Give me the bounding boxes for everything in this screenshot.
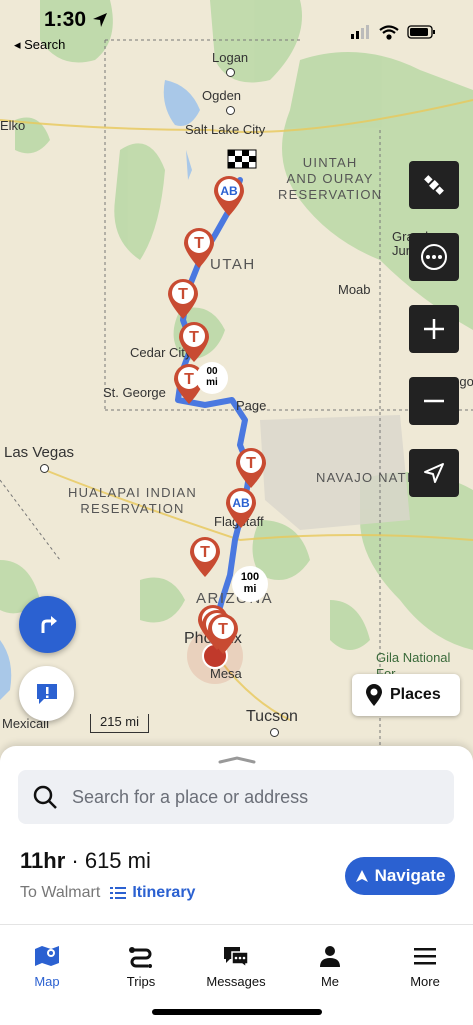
zoom-out-button[interactable] (409, 377, 459, 425)
messages-icon (224, 947, 249, 968)
svg-text:T: T (218, 621, 228, 638)
tab-messages[interactable]: Messages (189, 925, 283, 989)
report-icon (36, 683, 57, 704)
svg-text:T: T (200, 544, 210, 561)
satellite-button[interactable] (409, 161, 459, 209)
more-icon (421, 244, 447, 270)
label-ogden: Ogden (202, 88, 242, 103)
tab-bar: Map Trips Messages Me More (0, 924, 473, 1025)
map-scale: 215 mi (90, 714, 149, 733)
places-label: Places (390, 686, 441, 703)
more-options-button[interactable] (409, 233, 459, 281)
status-icons (351, 24, 441, 45)
search-bar[interactable] (18, 770, 454, 824)
itinerary-link[interactable]: Itinerary (110, 884, 195, 902)
report-button[interactable] (19, 666, 74, 721)
ab-marker[interactable]: AB (212, 174, 246, 218)
tab-map-label: Map (34, 974, 60, 989)
tab-trips-label: Trips (126, 974, 156, 989)
zoom-out-icon (424, 399, 444, 403)
navigate-button[interactable]: Navigate (345, 857, 455, 895)
ab-marker[interactable]: AB (224, 486, 258, 530)
route-summary: 11hr · 615 mi (20, 848, 151, 874)
status-time: 1:30 (44, 8, 87, 31)
wifi-icon (379, 25, 399, 40)
directions-button[interactable] (19, 596, 76, 653)
back-to-search-link[interactable]: ◂ Search (14, 37, 65, 53)
person-icon (320, 946, 340, 967)
places-button[interactable]: Places (352, 674, 460, 716)
tab-trips[interactable]: Trips (94, 925, 188, 989)
trips-icon (129, 947, 152, 968)
toll-marker[interactable]: T (206, 612, 240, 656)
label-las-vegas: Las Vegas (4, 444, 75, 461)
search-input[interactable] (70, 785, 434, 809)
list-icon (110, 887, 127, 899)
city-dot (40, 464, 49, 473)
svg-text:T: T (194, 235, 204, 252)
signal-icon (351, 25, 369, 39)
label-mesa: Mesa (210, 666, 242, 681)
battery-icon (407, 25, 435, 39)
start-flag-icon (227, 149, 257, 169)
map-view[interactable]: Logan Ogden Salt Lake City Elko UINTAH A… (0, 0, 473, 760)
navigate-label: Navigate (374, 866, 446, 885)
svg-text:T: T (178, 286, 188, 303)
label-tucson: Tucson (246, 708, 298, 725)
svg-text:AB: AB (220, 184, 238, 198)
tab-more[interactable]: More (378, 925, 472, 989)
svg-text:T: T (246, 455, 256, 472)
home-indicator (152, 1009, 322, 1015)
distance-badge: 100 mi (232, 566, 268, 602)
city-dot (226, 68, 235, 77)
locate-button[interactable] (409, 449, 459, 497)
toll-marker[interactable]: T (166, 277, 200, 321)
zoom-in-button[interactable] (409, 305, 459, 353)
navigate-arrow-icon (355, 870, 368, 882)
pin-icon (366, 684, 382, 706)
toll-marker[interactable]: T (177, 320, 211, 364)
route-duration: 11hr (20, 848, 66, 873)
itinerary-label: Itinerary (132, 884, 196, 901)
turn-right-icon (41, 615, 57, 633)
label-utah: UTAH (210, 256, 256, 273)
label-salt-lake-city: Salt Lake City (185, 122, 266, 137)
svg-text:AB: AB (232, 496, 250, 510)
route-destination: To Walmart (20, 884, 101, 901)
city-dot (226, 106, 235, 115)
sheet-handle-icon[interactable] (218, 756, 256, 764)
svg-text:T: T (184, 371, 194, 388)
search-icon (33, 785, 57, 809)
label-elko: Elko (0, 118, 26, 133)
menu-icon (414, 948, 436, 965)
tab-me-label: Me (320, 974, 340, 989)
status-bar: 1:30 ◂ Search (0, 0, 473, 54)
label-hualapai: HUALAPAI INDIAN RESERVATION (68, 485, 198, 516)
map-icon (35, 946, 59, 966)
label-st-george: St. George (103, 385, 166, 400)
satellite-icon (424, 175, 444, 195)
toll-marker[interactable]: T (188, 535, 222, 579)
toll-marker[interactable]: T (182, 226, 216, 270)
svg-text:T: T (189, 329, 199, 346)
tab-me[interactable]: Me (283, 925, 377, 989)
label-uintah-ouray: UINTAH AND OURAY RESERVATION (278, 155, 383, 202)
location-arrow-icon (93, 13, 107, 27)
distance-badge: 00 mi (196, 362, 228, 394)
label-moab: Moab (338, 282, 371, 297)
label-page: Page (236, 398, 267, 413)
route-distance: · 615 mi (71, 848, 151, 873)
tab-map[interactable]: Map (0, 925, 94, 989)
toll-marker[interactable]: T (234, 446, 268, 490)
tab-more-label: More (410, 974, 440, 989)
locate-icon (424, 463, 444, 483)
city-dot (270, 728, 279, 737)
zoom-in-icon (424, 319, 444, 339)
tab-messages-label: Messages (206, 974, 266, 989)
route-destination-row: To Walmart Itinerary (20, 884, 195, 902)
